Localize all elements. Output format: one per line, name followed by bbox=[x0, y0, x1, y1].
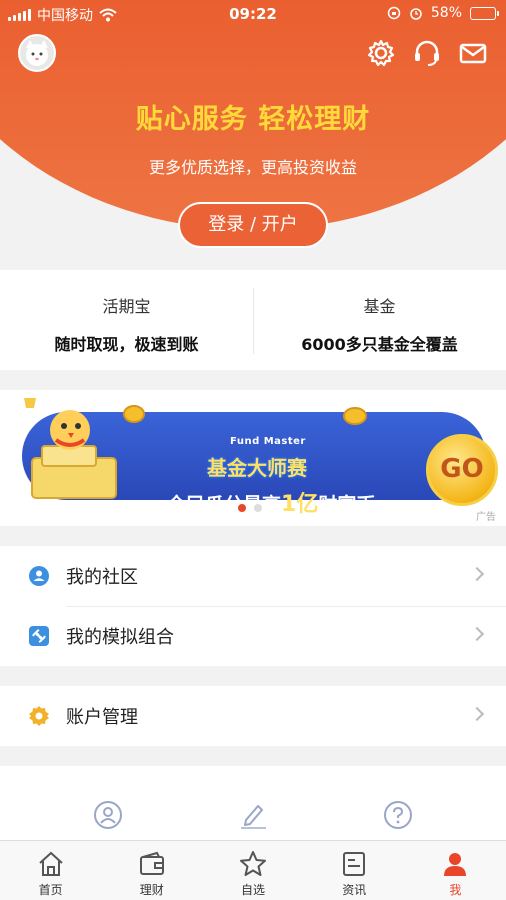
banner-text-before: 全民瓜分最高 bbox=[167, 494, 282, 516]
me-page: 中国移动 09:22 58% 贴心服务 轻松理财 更多优质选择，更高投资收益 登… bbox=[0, 0, 506, 900]
tab-label: 理财 bbox=[139, 883, 164, 897]
shortcut-icons-row bbox=[0, 766, 506, 840]
user-circle-icon[interactable] bbox=[93, 800, 123, 830]
wallet-icon bbox=[139, 851, 164, 875]
profile-icon bbox=[444, 853, 467, 876]
tab-watchlist[interactable]: 自选 bbox=[202, 841, 303, 900]
avatar[interactable] bbox=[18, 34, 56, 72]
tab-label: 资讯 bbox=[342, 883, 367, 897]
go-button[interactable]: GO bbox=[426, 434, 498, 506]
edit-pencil-icon[interactable] bbox=[238, 800, 268, 830]
promo-desc: 随时取现，极速到账 bbox=[54, 335, 199, 354]
avatar-face-icon bbox=[26, 40, 48, 66]
promo-title: 活期宝 bbox=[102, 297, 151, 316]
header-hero: 中国移动 09:22 58% 贴心服务 轻松理财 更多优质选择，更高投资收益 登… bbox=[0, 0, 506, 250]
mail-icon[interactable] bbox=[458, 38, 488, 68]
promo-desc: 6000多只基金全覆盖 bbox=[301, 335, 458, 354]
tab-wealth[interactable]: 理财 bbox=[101, 841, 202, 900]
settings-gear-icon[interactable] bbox=[366, 38, 396, 68]
carousel-dots bbox=[238, 504, 262, 512]
banner-carousel: Fund Master 基金大师赛 全民瓜分最高1亿财富币 GO 广告 bbox=[0, 390, 506, 526]
tab-label: 自选 bbox=[241, 883, 266, 897]
tab-me[interactable]: 我 bbox=[405, 841, 506, 900]
banner-name: 基金大师赛 bbox=[207, 456, 307, 480]
hero-title: 贴心服务 轻松理财 bbox=[135, 104, 371, 135]
banner-text-highlight: 1亿 bbox=[281, 492, 319, 517]
account-settings-icon bbox=[29, 706, 49, 726]
chevron-right-icon bbox=[469, 706, 485, 722]
help-question-icon[interactable] bbox=[383, 800, 413, 830]
tab-label: 首页 bbox=[38, 883, 63, 897]
login-register-button[interactable]: 登录 / 开户 bbox=[178, 202, 328, 248]
menu-item-account-management[interactable]: 账户管理 bbox=[0, 686, 506, 746]
menu-group-account: 账户管理 bbox=[0, 686, 506, 746]
banner-text-after: 财富币 bbox=[318, 494, 376, 516]
tab-home[interactable]: 首页 bbox=[0, 841, 101, 900]
promo-card-fund[interactable]: 基金 6000多只基金全覆盖 bbox=[253, 270, 506, 370]
star-icon bbox=[240, 851, 266, 876]
home-icon bbox=[38, 851, 63, 876]
chevron-right-icon bbox=[469, 566, 485, 582]
portfolio-icon bbox=[29, 626, 49, 646]
tab-label: 我 bbox=[449, 883, 462, 897]
community-icon bbox=[29, 566, 49, 586]
promo-card-current-deposit[interactable]: 活期宝 随时取现，极速到账 bbox=[0, 270, 253, 370]
menu-item-community[interactable]: 我的社区 bbox=[0, 546, 506, 606]
menu-item-simulated-portfolio[interactable]: 我的模拟组合 bbox=[0, 606, 506, 666]
menu-group-community: 我的社区 我的模拟组合 bbox=[0, 546, 506, 666]
promo-title: 基金 bbox=[363, 297, 396, 316]
customer-service-icon[interactable] bbox=[412, 38, 442, 68]
banner-text: 全民瓜分最高1亿财富币 bbox=[167, 486, 375, 518]
carousel-dot-active[interactable] bbox=[238, 504, 246, 512]
menu-item-label: 我的社区 bbox=[66, 567, 138, 588]
news-icon bbox=[343, 852, 366, 876]
chevron-right-icon bbox=[469, 626, 485, 642]
alarm-icon bbox=[410, 8, 422, 20]
battery-percent: 58% bbox=[430, 5, 462, 21]
battery-icon bbox=[470, 6, 499, 20]
rotation-lock-icon bbox=[387, 6, 401, 20]
menu-item-label: 账户管理 bbox=[66, 707, 138, 728]
status-right: 58% bbox=[387, 5, 499, 21]
coin-icon bbox=[343, 407, 367, 425]
fund-master-banner[interactable]: Fund Master 基金大师赛 全民瓜分最高1亿财富币 GO bbox=[22, 398, 498, 517]
tab-news[interactable]: 资讯 bbox=[304, 841, 405, 900]
mascot-chick-icon bbox=[24, 398, 117, 499]
bottom-tab-bar: 首页 理财 自选 资讯 我 bbox=[0, 840, 506, 900]
hero-subtitle: 更多优质选择，更高投资收益 bbox=[148, 158, 357, 177]
menu-item-label: 我的模拟组合 bbox=[66, 627, 174, 648]
promo-cards: 活期宝 随时取现，极速到账 基金 6000多只基金全覆盖 bbox=[0, 270, 506, 370]
ad-label: 广告 bbox=[476, 512, 496, 523]
banner-english-label: Fund Master bbox=[230, 436, 306, 447]
status-bar: 中国移动 09:22 58% bbox=[0, 0, 506, 28]
coin-icon bbox=[123, 405, 145, 423]
carousel-dot[interactable] bbox=[254, 504, 262, 512]
